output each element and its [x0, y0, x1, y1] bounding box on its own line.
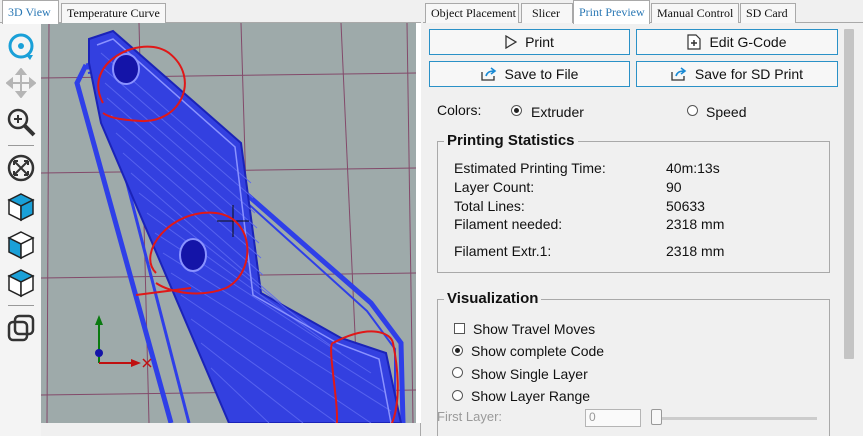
tab-sd-card[interactable]: SD Card — [740, 3, 796, 23]
export-icon — [671, 67, 687, 81]
right-tab-bar: Object Placement Slicer Print Preview Ma… — [423, 0, 863, 24]
settings-scrollbar[interactable] — [841, 23, 857, 436]
tab-temperature-curve[interactable]: Temperature Curve — [61, 3, 166, 23]
print-preview-panel: Print Edit G-Code Save to File Save for … — [423, 23, 863, 436]
show-layer-range-label[interactable]: Show Layer Range — [471, 388, 590, 404]
print-button[interactable]: Print — [429, 29, 630, 55]
play-icon — [505, 35, 518, 49]
first-layer-label: First Layer: — [437, 409, 503, 424]
edit-gcode-button[interactable]: Edit G-Code — [636, 29, 838, 55]
color-speed-radio[interactable] — [687, 105, 698, 116]
printing-statistics-group: Printing Statistics Estimated Printing T… — [437, 132, 830, 273]
edit-document-icon — [687, 34, 702, 50]
toolbar-separator — [8, 305, 34, 306]
isometric-view-icon[interactable] — [4, 190, 38, 224]
stat-layer-count: Layer Count: 90 — [454, 179, 682, 195]
color-extruder-radio[interactable] — [511, 105, 522, 116]
settings-scrollbar-thumb[interactable] — [844, 29, 854, 359]
show-complete-code-radio[interactable] — [452, 345, 463, 356]
fit-view-icon[interactable] — [4, 151, 38, 185]
stat-filament-extruder-1: Filament Extr.1: 2318 mm — [454, 243, 725, 259]
tab-print-preview[interactable]: Print Preview — [573, 0, 650, 24]
mounting-hole-top — [112, 53, 140, 85]
color-extruder-label[interactable]: Extruder — [531, 104, 584, 120]
top-view-icon[interactable] — [4, 266, 38, 300]
stat-total-lines: Total Lines: 50633 — [454, 198, 705, 214]
move-view-icon[interactable] — [4, 66, 38, 100]
show-travel-moves-label[interactable]: Show Travel Moves — [473, 321, 595, 337]
printing-statistics-title: Printing Statistics — [444, 132, 578, 149]
colors-label: Colors: — [437, 102, 482, 118]
tab-manual-control[interactable]: Manual Control — [651, 3, 739, 23]
3d-view-panel — [0, 23, 421, 436]
first-layer-slider-thumb[interactable] — [651, 409, 662, 425]
zoom-icon[interactable] — [4, 105, 38, 139]
show-layer-range-radio[interactable] — [452, 390, 463, 401]
visualization-title: Visualization — [444, 290, 542, 307]
tab-3d-view[interactable]: 3D View — [2, 0, 59, 24]
tab-slicer[interactable]: Slicer — [521, 3, 573, 23]
color-speed-label[interactable]: Speed — [706, 104, 746, 120]
3d-viewport[interactable] — [41, 23, 416, 423]
first-layer-spinner[interactable]: 0 — [585, 409, 641, 427]
mounting-hole-middle — [179, 238, 207, 272]
tab-object-placement[interactable]: Object Placement — [425, 3, 519, 23]
left-tab-bar: 3D View Temperature Curve — [0, 0, 421, 24]
first-layer-slider-track[interactable] — [655, 417, 817, 420]
stat-estimated-time: Estimated Printing Time: 40m:13s — [454, 160, 720, 176]
show-travel-moves-checkbox[interactable] — [454, 323, 465, 334]
toolbar-separator — [8, 145, 34, 146]
first-layer-value: 0 — [589, 410, 596, 424]
toggle-display-icon[interactable] — [4, 311, 38, 345]
print-preview-render — [41, 23, 416, 423]
save-for-sd-print-button[interactable]: Save for SD Print — [636, 61, 838, 87]
view-toolbar — [0, 23, 41, 436]
viewport-scrollbar[interactable] — [416, 23, 421, 423]
rotate-view-icon[interactable] — [4, 29, 38, 63]
show-single-layer-radio[interactable] — [452, 367, 463, 378]
stat-filament-needed: Filament needed: 2318 mm — [454, 216, 725, 232]
show-single-layer-label[interactable]: Show Single Layer — [471, 366, 588, 382]
export-icon — [480, 67, 496, 81]
show-complete-code-label[interactable]: Show complete Code — [471, 343, 604, 359]
save-to-file-button[interactable]: Save to File — [429, 61, 630, 87]
front-view-icon[interactable] — [4, 228, 38, 262]
